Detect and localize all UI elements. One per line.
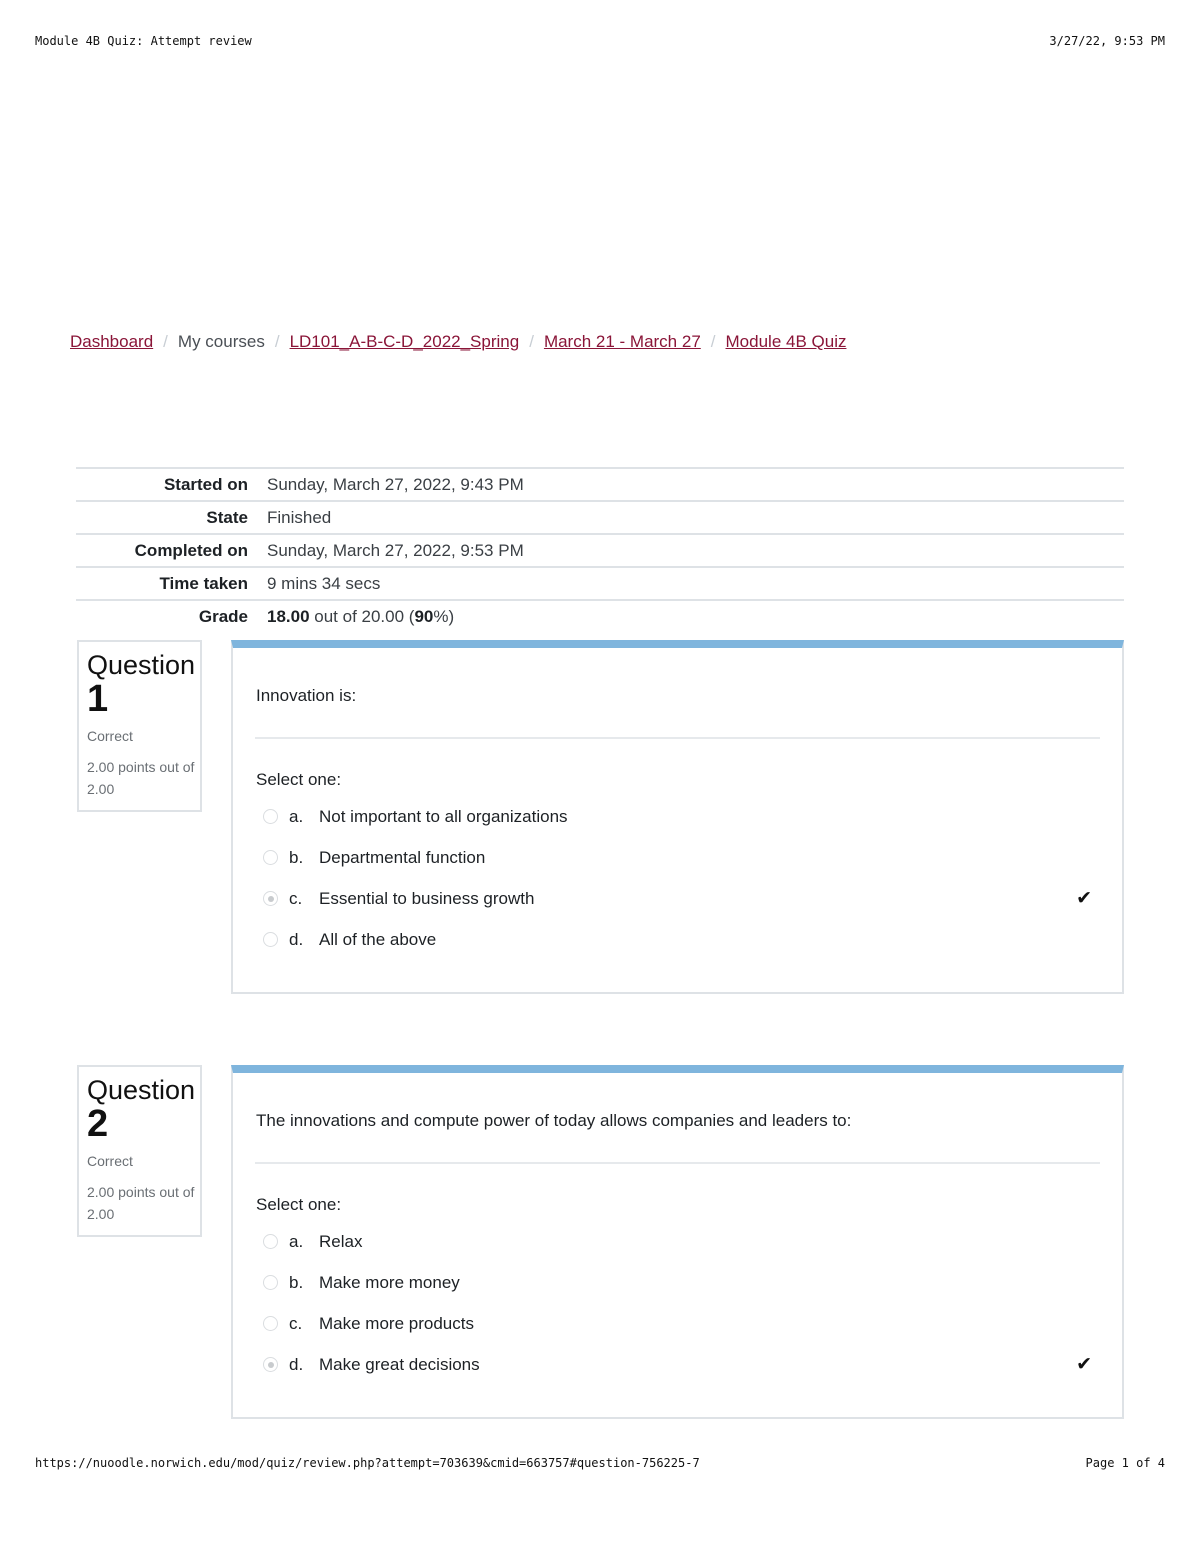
summary-label: Completed on (134, 541, 248, 560)
summary-row-time-taken: Time taken 9 mins 34 secs (76, 567, 1124, 600)
question-word: Question (87, 1075, 196, 1105)
answer-letter: a. (289, 1231, 304, 1251)
breadcrumb-separator: / (710, 332, 716, 351)
question-number: 2 (87, 1103, 109, 1145)
grade-out-of: out of 20.00 ( (309, 607, 415, 626)
answer-letter: b. (289, 1272, 304, 1292)
print-footer: https://nuoodle.norwich.edu/mod/quiz/rev… (35, 1456, 1165, 1470)
answer-option[interactable]: c. Make more products (263, 1303, 1122, 1344)
answer-option[interactable]: a. Relax (263, 1221, 1122, 1262)
breadcrumb: Dashboard / My courses / LD101_A-B-C-D_2… (70, 332, 846, 352)
breadcrumb-separator: / (163, 332, 168, 351)
breadcrumb-dashboard[interactable]: Dashboard (70, 332, 153, 352)
breadcrumb-separator: / (529, 332, 534, 351)
answer-option-selected[interactable]: d. Make great decisions ✔ (263, 1344, 1122, 1385)
summary-value: Sunday, March 27, 2022, 9:43 PM (267, 475, 524, 494)
grade-score: 18.00 (267, 607, 310, 626)
question-content-1: Innovation is: Select one: a. Not import… (231, 640, 1124, 994)
answer-list: a. Not important to all organizations b.… (263, 796, 1122, 960)
breadcrumb-separator: / (274, 332, 280, 351)
radio-button[interactable] (263, 1275, 278, 1290)
answer-option-selected[interactable]: c. Essential to business growth ✔ (263, 878, 1122, 919)
question-text: The innovations and compute power of tod… (256, 1111, 852, 1130)
select-one-prompt: Select one: (256, 770, 342, 789)
answer-option[interactable]: d. All of the above (263, 919, 1122, 960)
attempt-summary-table: Started on Sunday, March 27, 2022, 9:43 … (76, 467, 1124, 632)
answer-letter: c. (289, 888, 303, 908)
question-info-2: Question 2 Correct 2.00 points out of 2.… (77, 1065, 202, 1237)
answer-text: All of the above (319, 929, 437, 949)
answer-option[interactable]: b. Departmental function (263, 837, 1122, 878)
summary-row-completed: Completed on Sunday, March 27, 2022, 9:5… (76, 534, 1124, 567)
answer-text: Make more money (319, 1272, 460, 1292)
summary-value: 18.00 out of 20.00 (90%) (267, 600, 1124, 632)
question-state: Correct (87, 1153, 133, 1169)
answer-option[interactable]: b. Make more money (263, 1262, 1122, 1303)
answer-text: Essential to business growth (319, 888, 535, 908)
answer-option[interactable]: a. Not important to all organizations (263, 796, 1122, 837)
answer-text: Make great decisions (319, 1354, 480, 1374)
radio-button-checked[interactable] (263, 891, 278, 906)
summary-label: State (206, 508, 248, 527)
summary-label: Started on (163, 475, 248, 494)
summary-value: Sunday, March 27, 2022, 9:53 PM (267, 541, 524, 560)
answer-letter: d. (289, 929, 304, 949)
question-text: Innovation is: (256, 686, 357, 705)
answer-letter: b. (289, 847, 304, 867)
radio-button[interactable] (263, 932, 278, 947)
radio-button[interactable] (263, 1234, 278, 1249)
radio-button[interactable] (263, 850, 278, 865)
question-content-2: The innovations and compute power of tod… (231, 1065, 1124, 1419)
print-datetime: 3/27/22, 9:53 PM (1049, 34, 1165, 48)
answer-text: Relax (319, 1231, 363, 1251)
correct-check-icon: ✔ (1076, 888, 1092, 909)
divider (255, 1162, 1100, 1164)
question-number: 1 (87, 678, 109, 720)
print-page-number: Page 1 of 4 (1085, 1456, 1165, 1470)
summary-value: Finished (267, 508, 332, 527)
breadcrumb-my-courses: My courses (177, 332, 265, 351)
question-state: Correct (87, 728, 133, 744)
breadcrumb-quiz[interactable]: Module 4B Quiz (726, 332, 847, 352)
grade-end: %) (433, 607, 455, 626)
answer-letter: a. (289, 806, 304, 826)
summary-row-state: State Finished (76, 501, 1124, 534)
question-info-1: Question 1 Correct 2.00 points out of 2.… (77, 640, 202, 812)
radio-button[interactable] (263, 1316, 278, 1331)
select-one-prompt: Select one: (256, 1195, 342, 1214)
question-word: Question (87, 650, 196, 680)
correct-check-icon: ✔ (1076, 1354, 1092, 1375)
answer-text: Departmental function (319, 847, 486, 867)
question-grade: 2.00 points out of 2.00 (87, 1184, 195, 1222)
print-header: Module 4B Quiz: Attempt review 3/27/22, … (35, 34, 1165, 48)
answer-letter: d. (289, 1354, 304, 1374)
print-url: https://nuoodle.norwich.edu/mod/quiz/rev… (35, 1456, 700, 1470)
answer-text: Make more products (319, 1313, 474, 1333)
summary-value: 9 mins 34 secs (267, 574, 381, 593)
summary-row-grade: Grade 18.00 out of 20.00 (90%) (76, 600, 1124, 632)
summary-row-started: Started on Sunday, March 27, 2022, 9:43 … (76, 468, 1124, 501)
answer-list: a. Relax b. Make more money c. Make more… (263, 1221, 1122, 1385)
divider (255, 737, 1100, 739)
radio-button[interactable] (263, 809, 278, 824)
print-title: Module 4B Quiz: Attempt review (35, 34, 252, 48)
radio-button-checked[interactable] (263, 1357, 278, 1372)
answer-text: Not important to all organizations (319, 806, 568, 826)
breadcrumb-week[interactable]: March 21 - March 27 (544, 332, 701, 352)
question-grade: 2.00 points out of 2.00 (87, 759, 195, 797)
grade-percent: 90 (414, 607, 434, 626)
summary-label: Grade (198, 607, 248, 626)
summary-label: Time taken (159, 574, 248, 593)
answer-letter: c. (289, 1313, 303, 1333)
breadcrumb-course[interactable]: LD101_A-B-C-D_2022_Spring (290, 332, 520, 352)
